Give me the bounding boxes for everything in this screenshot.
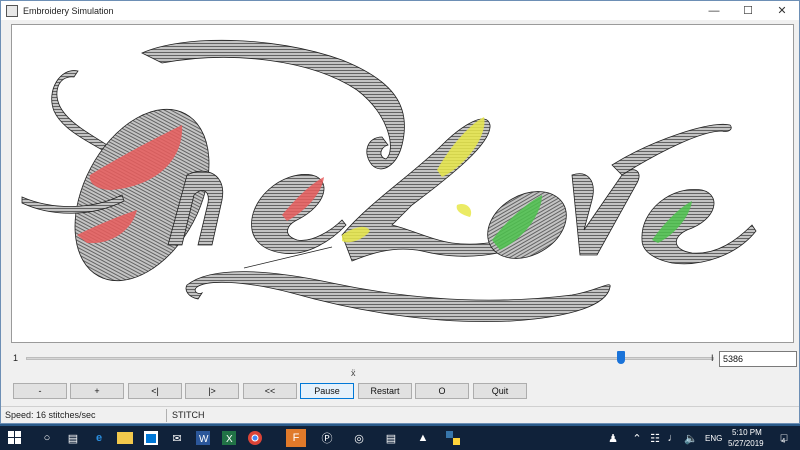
letter-e1 <box>251 174 347 254</box>
main-window: Embroidery Simulation — ☐ ✕ 1 I 5386 ẍ -… <box>0 0 800 424</box>
left-curl <box>51 70 108 152</box>
search-icon[interactable]: ○ <box>38 429 56 447</box>
bottom-swash <box>185 271 611 323</box>
app-clapper-icon[interactable]: ▤ <box>382 429 400 447</box>
slider-min-label: 1 <box>13 353 19 363</box>
title-bar: Embroidery Simulation — ☐ ✕ <box>1 1 799 20</box>
step-forward-button[interactable]: |> <box>185 383 239 399</box>
o-button[interactable]: O <box>415 383 469 399</box>
volume-icon[interactable]: ♩ <box>664 429 682 447</box>
edge-icon[interactable]: e <box>90 429 108 447</box>
slider-max-label: I <box>711 353 714 363</box>
window-controls: — ☐ ✕ <box>697 1 799 20</box>
status-bar: Speed: 16 stitches/sec STITCH <box>1 406 799 423</box>
window-title: Embroidery Simulation <box>23 5 114 16</box>
letter-e2 <box>641 188 757 265</box>
file-explorer-icon[interactable] <box>116 429 134 447</box>
app-p-icon[interactable]: Ⓟ <box>318 429 336 447</box>
embroidery-design <box>21 39 757 323</box>
app-f-icon[interactable]: F <box>286 429 306 447</box>
maximize-button[interactable]: ☐ <box>731 1 765 20</box>
app-icon <box>6 4 18 17</box>
quit-button[interactable]: Quit <box>473 383 527 399</box>
clock-time[interactable]: 5:10 PM <box>732 428 762 437</box>
windows-start-icon[interactable] <box>6 429 24 447</box>
restart-button[interactable]: Restart <box>358 383 412 399</box>
mail-icon[interactable]: ✉ <box>168 429 186 447</box>
app-tent-icon[interactable]: ▲ <box>414 429 432 447</box>
slider-marker: ẍ <box>351 368 356 378</box>
embroidery-canvas[interactable] <box>11 24 794 343</box>
task-view-icon[interactable]: ▤ <box>64 429 82 447</box>
decrease-speed-button[interactable]: - <box>13 383 67 399</box>
step-back-button[interactable]: <| <box>128 383 182 399</box>
app-python-icon[interactable] <box>444 429 462 447</box>
tray-expand-icon[interactable]: ⌃ <box>628 429 646 447</box>
people-icon[interactable]: ♟ <box>604 429 622 447</box>
increase-speed-button[interactable]: + <box>70 383 124 399</box>
svg-text:X: X <box>226 434 233 445</box>
word-icon[interactable]: W <box>194 429 212 447</box>
right-flourish <box>611 123 732 176</box>
close-button[interactable]: ✕ <box>765 1 799 20</box>
slider-thumb[interactable] <box>617 351 625 364</box>
mode-status: STITCH <box>172 410 205 420</box>
language-indicator[interactable]: ENG <box>705 434 722 443</box>
speaker-icon[interactable]: 🔈 <box>682 429 700 447</box>
notification-icon[interactable]: □ 4 <box>774 429 792 447</box>
network-icon[interactable]: ☷ <box>646 429 664 447</box>
slider-track[interactable] <box>26 357 714 360</box>
app-target-icon[interactable]: ◎ <box>350 429 368 447</box>
rewind-button[interactable]: << <box>243 383 297 399</box>
yellow-region-2 <box>456 204 472 217</box>
notification-count: 4 <box>781 437 786 445</box>
letter-v <box>571 169 640 256</box>
store-icon[interactable] <box>142 429 160 447</box>
taskbar: ○ ▤ e ✉ W X F Ⓟ ◎ ▤ ▲ ♟ ⌃ ☷ ♩ 🔈 ENG 5:10… <box>0 426 800 450</box>
chrome-icon[interactable] <box>246 429 264 447</box>
pause-button[interactable]: Pause <box>300 383 354 399</box>
speed-status: Speed: 16 stitches/sec <box>5 410 96 420</box>
status-separator <box>166 409 167 422</box>
stitch-count-field[interactable]: 5386 <box>719 351 797 367</box>
clock-date[interactable]: 5/27/2019 <box>728 439 764 448</box>
svg-text:W: W <box>199 434 209 445</box>
minimize-button[interactable]: — <box>697 1 731 20</box>
excel-icon[interactable]: X <box>220 429 238 447</box>
stitch-slider-row: 1 I 5386 <box>11 351 797 367</box>
